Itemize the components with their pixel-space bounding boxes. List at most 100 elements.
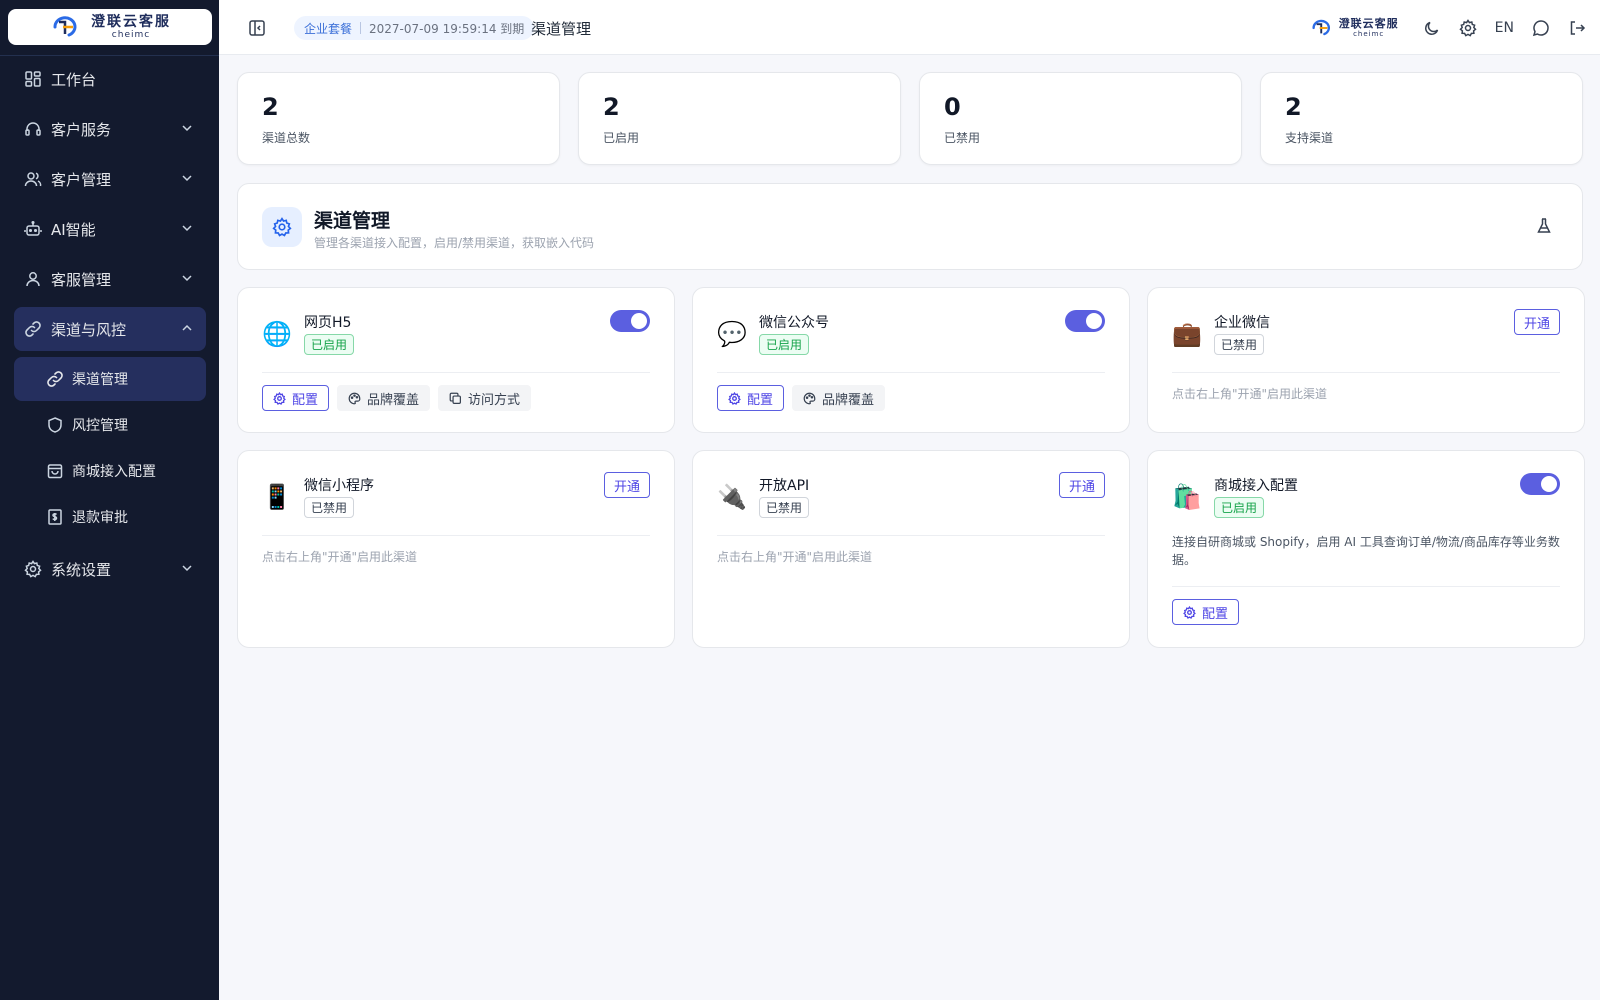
sidebar: 澄联云客服 cheimc 工作台 客户服务 客户管理 AI智能 客服管理 渠道与… xyxy=(0,0,219,1000)
sidebar-item-workbench[interactable]: 工作台 xyxy=(14,57,206,101)
header-brand-name-en: cheimc xyxy=(1353,30,1385,38)
brand-override-button[interactable]: 品牌覆盖 xyxy=(792,385,886,411)
divider xyxy=(262,372,650,373)
sidebar-item-label: 客服管理 xyxy=(51,270,112,289)
link-icon xyxy=(46,370,64,388)
page-title: 渠道管理 xyxy=(531,20,592,38)
access-method-button[interactable]: 访问方式 xyxy=(438,385,532,411)
sidebar-item-label: 渠道与风控 xyxy=(51,320,127,339)
sidebar-divider xyxy=(0,55,219,56)
sidebar-item-system-settings[interactable]: 系统设置 xyxy=(14,547,206,591)
sidebar-item-label: 工作台 xyxy=(51,70,97,89)
stat-value: 2 xyxy=(603,93,620,121)
brand-name-en: cheimc xyxy=(111,29,151,40)
sidebar-subitem-refund-approval[interactable]: 退款审批 xyxy=(14,495,206,539)
sidebar-item-customer-management[interactable]: 客户管理 xyxy=(14,157,206,201)
sidebar-nav: 工作台 客户服务 客户管理 AI智能 客服管理 渠道与风控 渠道管理 风控管理 … xyxy=(14,57,206,597)
status-badge: 已启用 xyxy=(304,334,355,355)
channel-actions: 配置 xyxy=(1172,599,1240,625)
channel-card-wechat-official: 💬 微信公众号 已启用 配置 品牌覆盖 xyxy=(692,287,1130,433)
chevron-down-icon xyxy=(180,121,194,135)
channel-actions: 配置 品牌覆盖 访问方式 xyxy=(262,385,532,411)
sidebar-item-label: 客户管理 xyxy=(51,170,112,189)
config-button[interactable]: 配置 xyxy=(717,385,785,411)
section-description: 管理各渠道接入配置，启用/禁用渠道，获取嵌入代码 xyxy=(314,236,595,250)
gear-icon xyxy=(262,207,302,247)
chevron-down-icon xyxy=(180,221,194,235)
gear-icon[interactable] xyxy=(1459,19,1477,37)
stat-value: 2 xyxy=(1285,93,1302,121)
plan-separator xyxy=(360,22,362,34)
sidebar-subitem-shop-integration[interactable]: 商城接入配置 xyxy=(14,449,206,493)
brand-override-button[interactable]: 品牌覆盖 xyxy=(337,385,431,411)
shopping-bags-icon: 🛍️ xyxy=(1172,483,1202,511)
plug-icon: 🔌 xyxy=(717,483,747,511)
channel-card-web-h5: 🌐 网页H5 已启用 配置 品牌覆盖 访问方式 xyxy=(237,287,675,433)
sidebar-item-customer-service[interactable]: 客户服务 xyxy=(14,107,206,151)
status-badge: 已禁用 xyxy=(1214,334,1265,355)
sidebar-item-label: AI智能 xyxy=(51,220,96,239)
sidebar-item-channels-risk[interactable]: 渠道与风控 xyxy=(14,307,206,351)
chevron-up-icon xyxy=(180,321,194,335)
top-header: 企业套餐 2027-07-09 19:59:14 到期 渠道管理 澄联云客服 c… xyxy=(219,0,1600,55)
sidebar-subitem-risk-management[interactable]: 风控管理 xyxy=(14,403,206,447)
copy-icon xyxy=(449,392,462,405)
open-button[interactable]: 开通 xyxy=(1058,472,1105,498)
button-label: 配置 xyxy=(292,392,319,408)
sidebar-subitem-channel-management[interactable]: 渠道管理 xyxy=(14,357,206,401)
user-icon xyxy=(24,270,42,288)
channel-hint: 点击右上角"开通"启用此渠道 xyxy=(717,550,873,564)
open-button[interactable]: 开通 xyxy=(603,472,650,498)
stat-label: 支持渠道 xyxy=(1285,131,1334,145)
channel-toggle[interactable] xyxy=(1065,310,1105,332)
sidebar-subitem-label: 退款审批 xyxy=(72,510,128,526)
open-button[interactable]: 开通 xyxy=(1513,309,1560,335)
channel-toggle[interactable] xyxy=(610,310,650,332)
speech-bubble-icon: 💬 xyxy=(717,320,747,348)
globe-icon: 🌐 xyxy=(262,320,292,348)
channel-hint: 点击右上角"开通"启用此渠道 xyxy=(262,550,418,564)
sidebar-item-agent-management[interactable]: 客服管理 xyxy=(14,257,206,301)
section-title: 渠道管理 xyxy=(314,210,391,232)
status-badge: 已启用 xyxy=(1214,497,1265,518)
headset-icon xyxy=(24,120,42,138)
status-badge: 已禁用 xyxy=(304,497,355,518)
channel-name: 开放API xyxy=(759,478,810,494)
config-button[interactable]: 配置 xyxy=(262,385,330,411)
logo-mark-icon xyxy=(49,14,83,40)
briefcase-icon: 💼 xyxy=(1172,320,1202,348)
status-badge: 已启用 xyxy=(759,334,810,355)
channel-actions: 配置 品牌覆盖 xyxy=(717,385,886,411)
receipt-icon xyxy=(46,508,64,526)
link-icon xyxy=(24,320,42,338)
stat-card-total: 2 渠道总数 xyxy=(237,72,560,165)
gear-icon xyxy=(24,560,42,578)
stat-label: 已禁用 xyxy=(944,131,981,145)
chevron-down-icon xyxy=(180,561,194,575)
sidebar-item-ai[interactable]: AI智能 xyxy=(14,207,206,251)
flask-icon[interactable] xyxy=(1534,216,1554,236)
button-label: 配置 xyxy=(747,392,774,408)
status-badge: 已禁用 xyxy=(759,497,810,518)
divider xyxy=(1172,586,1560,587)
toggle-knob xyxy=(1541,476,1557,492)
chat-icon[interactable] xyxy=(1532,19,1550,37)
channel-toggle[interactable] xyxy=(1520,473,1560,495)
channel-name: 微信小程序 xyxy=(304,478,374,494)
moon-icon[interactable] xyxy=(1423,19,1441,37)
sidebar-subitem-label: 渠道管理 xyxy=(72,372,128,388)
config-button[interactable]: 配置 xyxy=(1172,599,1240,625)
brand-logo[interactable]: 澄联云客服 cheimc xyxy=(8,9,212,45)
users-icon xyxy=(24,170,42,188)
chevron-down-icon xyxy=(180,171,194,185)
shopping-bag-icon xyxy=(46,462,64,480)
palette-icon xyxy=(803,392,816,405)
logout-icon[interactable] xyxy=(1568,19,1586,37)
sidebar-collapse-icon[interactable] xyxy=(247,18,267,38)
palette-icon xyxy=(348,392,361,405)
mobile-phone-icon: 📱 xyxy=(262,483,292,511)
toggle-knob xyxy=(631,313,647,329)
logo-mark-icon xyxy=(1312,19,1330,36)
divider xyxy=(717,535,1105,536)
language-toggle[interactable]: EN xyxy=(1495,20,1514,36)
